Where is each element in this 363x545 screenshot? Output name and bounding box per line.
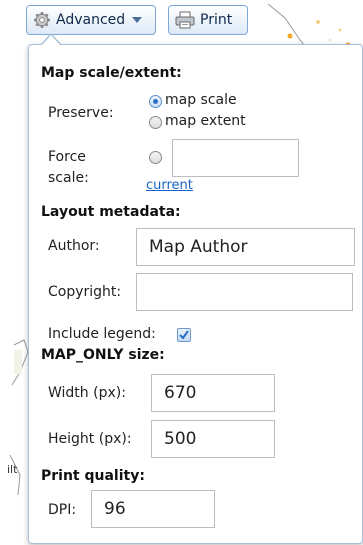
section-heading-print-quality: Print quality: (41, 468, 145, 484)
current-scale-link[interactable]: current (146, 178, 193, 193)
checkmark-icon (179, 330, 189, 340)
copyright-input[interactable] (136, 273, 353, 311)
gear-icon (34, 12, 50, 28)
author-label: Author: (48, 238, 100, 254)
printer-icon (175, 11, 195, 29)
radio-map-scale-label[interactable]: map scale (165, 92, 237, 108)
map-feature-point (338, 28, 342, 32)
copyright-label: Copyright: (48, 284, 122, 300)
width-input[interactable]: 670 (151, 374, 275, 412)
radio-map-extent-label[interactable]: map extent (165, 113, 246, 129)
force-scale-label-line2: scale: (48, 170, 89, 186)
include-legend-label: Include legend: (48, 326, 156, 342)
chevron-down-icon (132, 17, 143, 23)
advanced-button[interactable]: Advanced (26, 5, 156, 35)
print-button-label: Print (200, 12, 233, 28)
advanced-button-label: Advanced (56, 12, 126, 28)
width-label: Width (px): (48, 385, 126, 401)
radio-map-scale[interactable] (149, 95, 162, 108)
preserve-label: Preserve: (48, 105, 114, 121)
map-feature-point (328, 38, 332, 42)
map-partial-label: ilt (7, 463, 18, 476)
dpi-input[interactable]: 96 (91, 490, 215, 528)
radio-map-extent[interactable] (149, 116, 162, 129)
section-heading-map-scale-extent: Map scale/extent: (41, 65, 182, 81)
map-feature-point (287, 33, 293, 39)
height-label: Height (px): (48, 431, 132, 447)
force-scale-label-line1: Force (48, 149, 86, 165)
height-input[interactable]: 500 (151, 420, 275, 458)
map-area-shape (14, 350, 22, 374)
section-heading-layout-metadata: Layout metadata: (41, 204, 181, 220)
print-button[interactable]: Print (168, 5, 248, 35)
section-heading-map-only-size: MAP_ONLY size: (41, 347, 165, 363)
dpi-label: DPI: (48, 502, 77, 518)
force-scale-input[interactable] (172, 139, 299, 177)
map-feature-point (316, 20, 320, 24)
author-input[interactable]: Map Author (136, 228, 355, 266)
include-legend-checkbox[interactable] (177, 328, 191, 342)
panel-pointer-fill (42, 35, 60, 45)
radio-force-scale[interactable] (149, 151, 162, 164)
